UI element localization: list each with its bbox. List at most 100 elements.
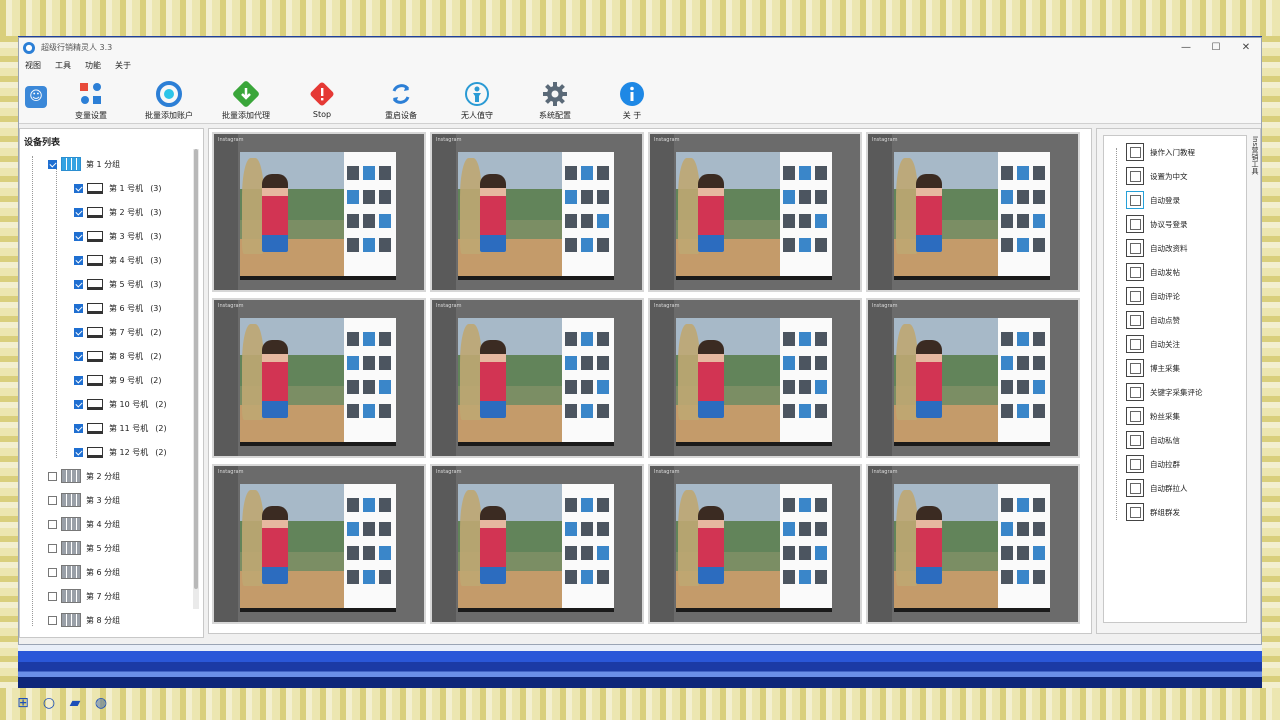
toolbar: ☺ 变量设置 批量添加账户 批量添加代理 Stop 重启设备 无人值守 系统配置… [19,74,1261,124]
device-checkbox[interactable] [74,183,83,193]
folder-icon[interactable]: ▰ [66,694,84,712]
device-list-scrollbar[interactable] [193,149,199,609]
tree-group[interactable]: 第 2 分组 [20,464,203,488]
menu-about[interactable]: 关于 [115,60,131,71]
tree-group[interactable]: 第 3 分组 [20,488,203,512]
device-screen-preview[interactable]: Instagram [430,298,644,458]
function-item[interactable]: 自动登录 [1104,188,1180,212]
device-screen-preview[interactable]: Instagram [648,132,862,292]
device-row[interactable]: 第 5 号机 (3) [20,272,203,296]
device-row[interactable]: 第 2 号机 (3) [20,200,203,224]
function-item[interactable]: 设置为中文 [1104,164,1188,188]
function-item[interactable]: 操作入门教程 [1104,140,1195,164]
tree-group[interactable]: 第 4 分组 [20,512,203,536]
stop-button[interactable]: Stop [282,80,362,119]
device-row[interactable]: 第 1 号机 (3) [20,176,203,200]
menu-functions[interactable]: 功能 [85,60,101,71]
screen-app-name: Instagram [436,137,462,143]
title-bar[interactable]: ● 超级行销精灵人 3.3 — ☐ ✕ [19,38,1261,57]
function-item[interactable]: 博主采集 [1104,356,1180,380]
device-row[interactable]: 第 11 号机 (2) [20,416,203,440]
device-screen-preview[interactable]: Instagram [430,132,644,292]
function-item[interactable]: 自动点赞 [1104,308,1180,332]
system-config-button[interactable]: 系统配置 [515,80,595,121]
function-item[interactable]: 关键字采集评论 [1104,380,1203,404]
device-row[interactable]: 第 6 号机 (3) [20,296,203,320]
group-checkbox[interactable] [48,543,57,553]
device-screen-preview[interactable]: Instagram [648,464,862,624]
function-item[interactable]: 自动发帖 [1104,260,1180,284]
group-checkbox[interactable] [48,615,57,625]
function-item[interactable]: 自动关注 [1104,332,1180,356]
maximize-button[interactable]: ☐ [1201,42,1231,53]
device-screen-preview[interactable]: Instagram [212,132,426,292]
device-label: 第 7 号机 [109,327,144,337]
screen-app-name: Instagram [872,303,898,309]
device-row[interactable]: 第 12 号机 (2) [20,440,203,464]
group-checkbox[interactable] [48,495,57,505]
var-settings-button[interactable]: 变量设置 [51,80,131,121]
device-checkbox[interactable] [74,279,83,289]
function-item[interactable]: 自动改资料 [1104,236,1188,260]
about-button[interactable]: 关 于 [592,80,672,121]
device-checkbox[interactable] [74,423,83,433]
tree-group-1[interactable]: 第 1 分组 [20,152,203,176]
device-checkbox[interactable] [74,255,83,265]
group-icon [61,613,81,627]
robot-icon[interactable]: ☺ [25,86,47,108]
device-screen-preview[interactable]: Instagram [866,464,1080,624]
group-checkbox[interactable] [48,471,57,481]
tree-group[interactable]: 第 8 分组 [20,608,203,630]
group-checkbox[interactable] [48,567,57,577]
function-item[interactable]: 自动评论 [1104,284,1180,308]
minimize-button[interactable]: — [1171,42,1201,53]
app-logo-icon: ● [23,41,35,54]
device-screen-preview[interactable]: Instagram [866,132,1080,292]
ins-tools-tab[interactable]: Ins营销工具 [1246,135,1260,175]
function-item[interactable]: 自动群拉人 [1104,476,1188,500]
cube-icon [1126,455,1144,473]
tree-group[interactable]: 第 6 分组 [20,560,203,584]
device-screen-preview[interactable]: Instagram [212,298,426,458]
device-row[interactable]: 第 4 号机 (3) [20,248,203,272]
menu-view[interactable]: 视图 [25,60,41,71]
device-checkbox[interactable] [74,303,83,313]
browser-icon[interactable]: ◍ [92,694,110,712]
function-item[interactable]: 粉丝采集 [1104,404,1180,428]
device-checkbox[interactable] [74,351,83,361]
device-row[interactable]: 第 3 号机 (3) [20,224,203,248]
tree-group[interactable]: 第 5 分组 [20,536,203,560]
function-item[interactable]: 自动私信 [1104,428,1180,452]
close-button[interactable]: ✕ [1231,42,1261,53]
group-label: 第 2 分组 [86,471,121,481]
batch-add-account-button[interactable]: 批量添加账户 [129,80,209,121]
batch-add-proxy-button[interactable]: 批量添加代理 [206,80,286,121]
device-label: 第 3 号机 [109,231,144,241]
device-screen-preview[interactable]: Instagram [212,464,426,624]
group-checkbox[interactable] [48,519,57,529]
function-item[interactable]: 自动拉群 [1104,452,1180,476]
menu-tools[interactable]: 工具 [55,60,71,71]
device-screen-preview[interactable]: Instagram [648,298,862,458]
restart-device-button[interactable]: 重启设备 [361,80,441,121]
function-item[interactable]: 协议号登录 [1104,212,1188,236]
device-row[interactable]: 第 7 号机 (2) [20,320,203,344]
device-screen-preview[interactable]: Instagram [866,298,1080,458]
device-row[interactable]: 第 8 号机 (2) [20,344,203,368]
group-1-checkbox[interactable] [48,159,57,169]
device-checkbox[interactable] [74,399,83,409]
device-checkbox[interactable] [74,207,83,217]
device-checkbox[interactable] [74,231,83,241]
device-row[interactable]: 第 9 号机 (2) [20,368,203,392]
function-item[interactable]: 群组群发 [1104,500,1180,524]
device-checkbox[interactable] [74,375,83,385]
tree-group[interactable]: 第 7 分组 [20,584,203,608]
device-screen-preview[interactable]: Instagram [430,464,644,624]
device-checkbox[interactable] [74,447,83,457]
unattended-button[interactable]: 无人值守 [437,80,517,121]
device-checkbox[interactable] [74,327,83,337]
start-icon[interactable]: ⊞ [14,694,32,712]
device-row[interactable]: 第 10 号机 (2) [20,392,203,416]
search-icon[interactable]: ○ [40,694,58,712]
group-checkbox[interactable] [48,591,57,601]
